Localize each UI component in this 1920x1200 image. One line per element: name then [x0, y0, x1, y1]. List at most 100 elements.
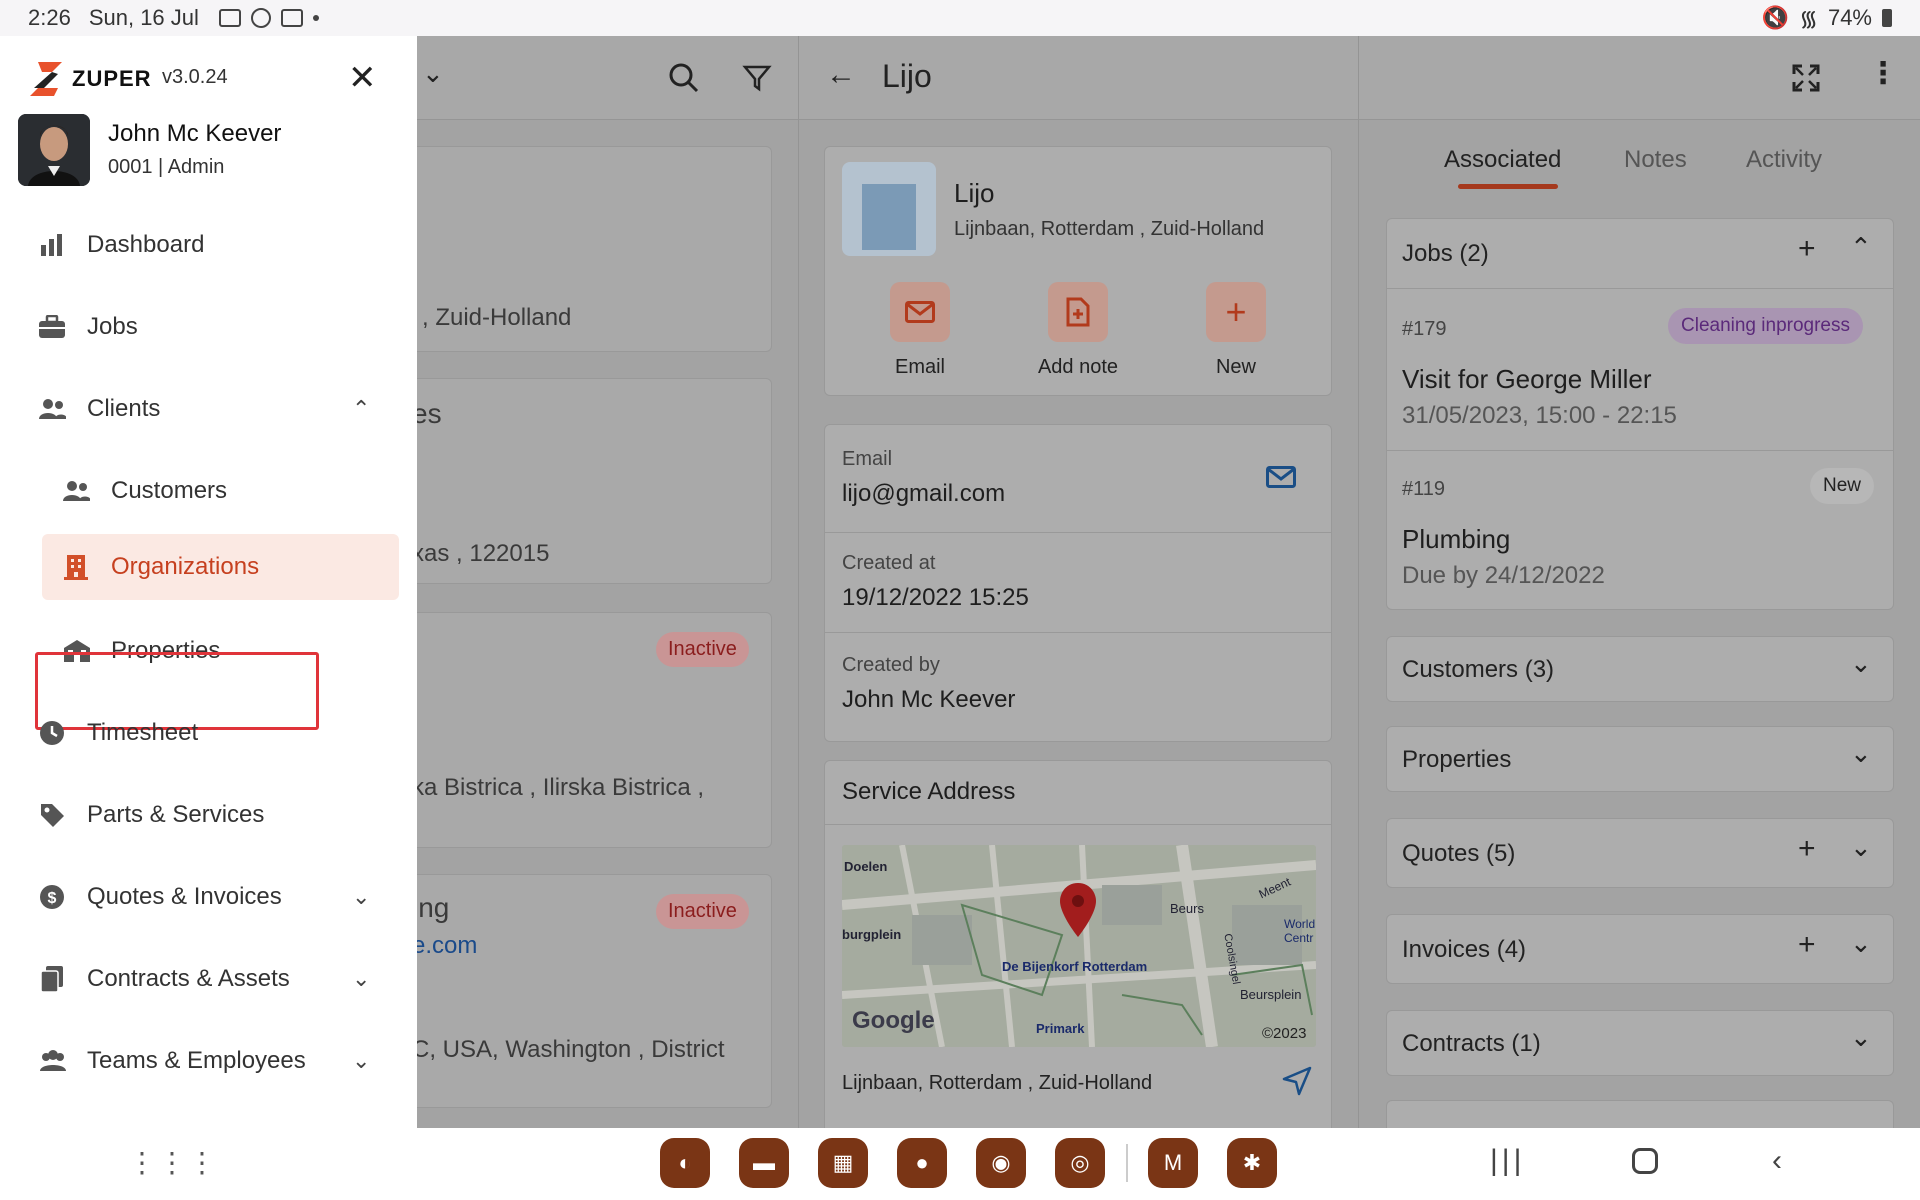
active-tab-indicator: [1458, 184, 1558, 189]
team-icon: [38, 1047, 66, 1075]
nav-item-dashboard[interactable]: Dashboard: [0, 212, 417, 278]
plus-icon[interactable]: +: [1798, 832, 1816, 866]
filter-icon[interactable]: [742, 64, 772, 92]
chevron-down-icon[interactable]: ⌄: [1850, 738, 1872, 769]
search-icon[interactable]: [668, 62, 700, 94]
more-options-icon[interactable]: ⋮: [1868, 56, 1898, 91]
panel-divider: [1358, 36, 1359, 1128]
job-time: Due by 24/12/2022: [1402, 562, 1605, 589]
quotes-section-title: Quotes (5): [1402, 840, 1516, 867]
plus-icon[interactable]: +: [1798, 928, 1816, 962]
app-notification-icon: [250, 8, 271, 28]
nav-item-jobs[interactable]: Jobs: [0, 294, 417, 360]
job-title[interactable]: Visit for George Miller: [1402, 364, 1652, 395]
detail-title: Lijo: [882, 58, 932, 94]
chevron-up-icon[interactable]: ⌃: [352, 396, 370, 422]
panel-divider: [798, 36, 799, 1128]
zuper-logo-icon: [30, 62, 62, 96]
created-at-value: 19/12/2022 15:25: [842, 584, 1029, 611]
app-drawer-icon[interactable]: ⋮⋮⋮: [128, 1146, 218, 1179]
camera-app-icon[interactable]: ◎: [1055, 1138, 1105, 1188]
tab-activity[interactable]: Activity: [1746, 146, 1822, 174]
nav-item-customers[interactable]: Customers: [0, 458, 417, 524]
app-version: v3.0.24: [162, 66, 228, 88]
back-icon[interactable]: ‹: [1772, 1144, 1782, 1178]
browser-app-icon[interactable]: ◐: [660, 1138, 710, 1188]
nav-item-quotes-invoices[interactable]: $ Quotes & Invoices ⌄: [0, 864, 417, 930]
nav-item-label: Quotes & Invoices: [87, 883, 282, 910]
user-role: 0001 | Admin: [108, 156, 225, 178]
job-title[interactable]: Plumbing: [1402, 524, 1510, 555]
nav-item-label: Customers: [111, 477, 228, 504]
files-app-icon[interactable]: ▬: [739, 1138, 789, 1188]
list-item-address: ka Bistrica , Ilirska Bistrica ,: [412, 774, 705, 801]
mail-app-icon[interactable]: M: [1148, 1138, 1198, 1188]
nav-item-timesheet[interactable]: Timesheet: [0, 700, 417, 766]
avatar: [18, 114, 90, 186]
contracts-section-title: Contracts (1): [1402, 1030, 1541, 1057]
recent-apps-icon[interactable]: |||: [1490, 1144, 1525, 1178]
brand-logo: ZUPER: [28, 60, 152, 98]
expand-icon[interactable]: [1792, 64, 1820, 92]
job-status-badge: New: [1810, 468, 1875, 504]
divider: [824, 824, 1332, 825]
people-icon: [62, 477, 90, 505]
map-label-centre: Centr: [1284, 931, 1314, 945]
chevron-down-icon[interactable]: ⌄: [422, 58, 444, 89]
bar-chart-icon: [38, 231, 66, 259]
divider: [1386, 450, 1894, 451]
mail-icon[interactable]: [1266, 466, 1296, 488]
service-address-map[interactable]: Doelen burgplein Beurs De Bijenkorf Rott…: [842, 845, 1316, 1047]
dollar-icon: $: [38, 883, 66, 911]
back-arrow-icon[interactable]: ←: [826, 58, 856, 92]
calendar-app-icon[interactable]: ▦: [818, 1138, 868, 1188]
messages-app-icon[interactable]: ●: [897, 1138, 947, 1188]
email-action-button[interactable]: [890, 282, 950, 342]
map-label-bijenkorf: De Bijenkorf Rotterdam: [1002, 959, 1148, 974]
nav-item-label: Teams & Employees: [87, 1047, 306, 1074]
battery-icon: [1882, 9, 1892, 27]
building-icon: [842, 162, 936, 256]
map-label-world: World: [1284, 917, 1316, 931]
jobs-section-title[interactable]: Jobs (2): [1402, 240, 1489, 268]
nav-item-parts-services[interactable]: Parts & Services: [0, 782, 417, 848]
list-item-email[interactable]: e.com: [412, 932, 477, 960]
divider: [1386, 288, 1894, 289]
status-time: 2:26: [28, 5, 71, 30]
nav-item-clients[interactable]: Clients ⌃: [0, 376, 417, 442]
chevron-down-icon[interactable]: ⌄: [1850, 832, 1872, 863]
chevron-down-icon[interactable]: ⌄: [352, 1048, 370, 1074]
chevron-down-icon[interactable]: ⌄: [1850, 648, 1872, 679]
map-label-beursplein: Beursplein: [1240, 987, 1302, 1002]
nav-item-contracts-assets[interactable]: Contracts & Assets ⌄: [0, 946, 417, 1012]
list-item-address: , Zuid-Holland: [422, 304, 572, 331]
chevron-down-icon[interactable]: ⌄: [352, 884, 370, 910]
tag-icon: [38, 801, 66, 829]
mail-icon: [905, 301, 935, 323]
properties-section-title: Properties: [1402, 746, 1512, 773]
close-drawer-icon[interactable]: ✕: [348, 58, 377, 98]
slack-app-icon[interactable]: ✱: [1227, 1138, 1277, 1188]
more-notifications-icon: [312, 15, 319, 21]
chevron-down-icon[interactable]: ⌄: [1850, 928, 1872, 959]
tab-notes[interactable]: Notes: [1624, 146, 1687, 174]
navigate-icon[interactable]: [1282, 1066, 1312, 1096]
customers-section-title: Customers (3): [1402, 656, 1555, 683]
chevron-down-icon[interactable]: ⌄: [352, 966, 370, 992]
chevron-down-icon[interactable]: ⌄: [1850, 1022, 1872, 1053]
plus-icon[interactable]: +: [1798, 232, 1816, 266]
map-label-burgplein: burgplein: [842, 927, 902, 942]
nav-item-teams-employees[interactable]: Teams & Employees ⌄: [0, 1028, 417, 1094]
chevron-up-icon[interactable]: ⌃: [1850, 232, 1872, 263]
contacts-app-icon[interactable]: ◉: [976, 1138, 1026, 1188]
map-label-primark: Primark: [1036, 1021, 1085, 1036]
add-note-action-button[interactable]: [1048, 282, 1108, 342]
tab-associated[interactable]: Associated: [1444, 146, 1561, 174]
organization-name: Lijo: [954, 178, 995, 208]
email-value: lijo@gmail.com: [842, 480, 1006, 507]
briefcase-icon: [38, 313, 66, 341]
job-number: #179: [1402, 318, 1447, 340]
nav-item-organizations[interactable]: Organizations: [0, 534, 417, 600]
new-action-button[interactable]: +: [1206, 282, 1266, 342]
home-icon[interactable]: [1632, 1148, 1658, 1174]
